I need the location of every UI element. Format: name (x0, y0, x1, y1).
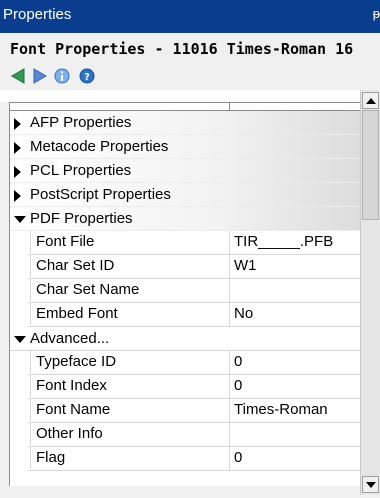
grid-header-row (10, 103, 361, 111)
property-row[interactable]: Other Info (10, 423, 361, 447)
scroll-up-button[interactable] (362, 92, 379, 109)
property-row[interactable]: Char Set Name (10, 279, 361, 303)
toolbar: ? (0, 63, 380, 90)
property-row[interactable]: Font Name Times-Roman (10, 399, 361, 423)
property-value[interactable]: Times-Roman (229, 399, 361, 423)
property-row[interactable]: Embed Font No (10, 303, 361, 327)
expand-icon[interactable] (14, 118, 21, 130)
property-name: Char Set Name (30, 279, 228, 301)
forward-arrow-icon[interactable] (32, 67, 48, 90)
pin-icon[interactable]: ᵽ (373, 6, 380, 21)
chevron-down-icon (366, 482, 376, 488)
property-name: Typeface ID (30, 351, 228, 373)
property-name: Char Set ID (30, 255, 228, 277)
back-arrow-icon[interactable] (10, 67, 26, 90)
category-label: PCL Properties (30, 162, 132, 179)
panel-titlebar: Properties ᵽ (0, 0, 380, 33)
property-name: Font Name (30, 399, 228, 421)
property-name: Other Info (30, 423, 228, 445)
vertical-scrollbar[interactable] (360, 90, 380, 495)
category-pdf[interactable]: PDF Properties (10, 207, 361, 231)
property-value[interactable]: 0 (229, 375, 361, 399)
property-value[interactable]: TIR_____.PFB (229, 231, 361, 255)
expand-icon[interactable] (14, 190, 21, 202)
property-value[interactable]: 0 (229, 351, 361, 375)
category-postscript[interactable]: PostScript Properties (10, 183, 361, 207)
category-pcl[interactable]: PCL Properties (10, 159, 361, 183)
property-value[interactable] (229, 279, 361, 303)
property-value[interactable]: W1 (229, 255, 361, 279)
property-grid: AFP Properties Metacode Properties PCL P… (9, 102, 361, 487)
property-row[interactable]: Font Index 0 (10, 375, 361, 399)
category-label: PDF Properties (30, 210, 133, 227)
property-value[interactable] (229, 423, 361, 447)
property-name: Flag (30, 447, 228, 469)
property-row[interactable]: Font File TIR_____.PFB (10, 231, 361, 255)
panel-bottom-edge (0, 486, 360, 498)
scroll-thumb[interactable] (362, 110, 379, 220)
property-name: Font File (30, 231, 228, 253)
property-row[interactable]: Typeface ID 0 (10, 351, 361, 375)
subcategory-label: Advanced... (30, 330, 110, 347)
expand-icon[interactable] (14, 166, 21, 178)
property-row[interactable]: Char Set ID W1 (10, 255, 361, 279)
category-afp[interactable]: AFP Properties (10, 111, 361, 135)
scroll-down-button[interactable] (362, 476, 379, 493)
help-icon[interactable]: ? (78, 67, 96, 90)
collapse-icon[interactable] (14, 336, 26, 343)
category-label: PostScript Properties (30, 186, 171, 203)
info-icon[interactable] (53, 67, 71, 90)
category-label: AFP Properties (30, 114, 132, 131)
property-name: Font Index (30, 375, 228, 397)
panel-title: Properties (3, 6, 72, 23)
property-name: Embed Font (30, 303, 228, 325)
chevron-up-icon (366, 98, 376, 104)
property-value[interactable]: No (229, 303, 361, 327)
subcategory-advanced[interactable]: Advanced... (10, 327, 361, 351)
expand-icon[interactable] (14, 142, 21, 154)
font-properties-header: Font Properties - 11016 Times-Roman 16 (0, 33, 380, 63)
property-row[interactable]: Flag 0 (10, 447, 361, 471)
category-metacode[interactable]: Metacode Properties (10, 135, 361, 159)
category-label: Metacode Properties (30, 138, 169, 155)
property-value[interactable]: 0 (229, 447, 361, 471)
svg-text:?: ? (84, 72, 90, 83)
grid-top-spacer (0, 90, 380, 102)
collapse-icon[interactable] (14, 216, 26, 223)
